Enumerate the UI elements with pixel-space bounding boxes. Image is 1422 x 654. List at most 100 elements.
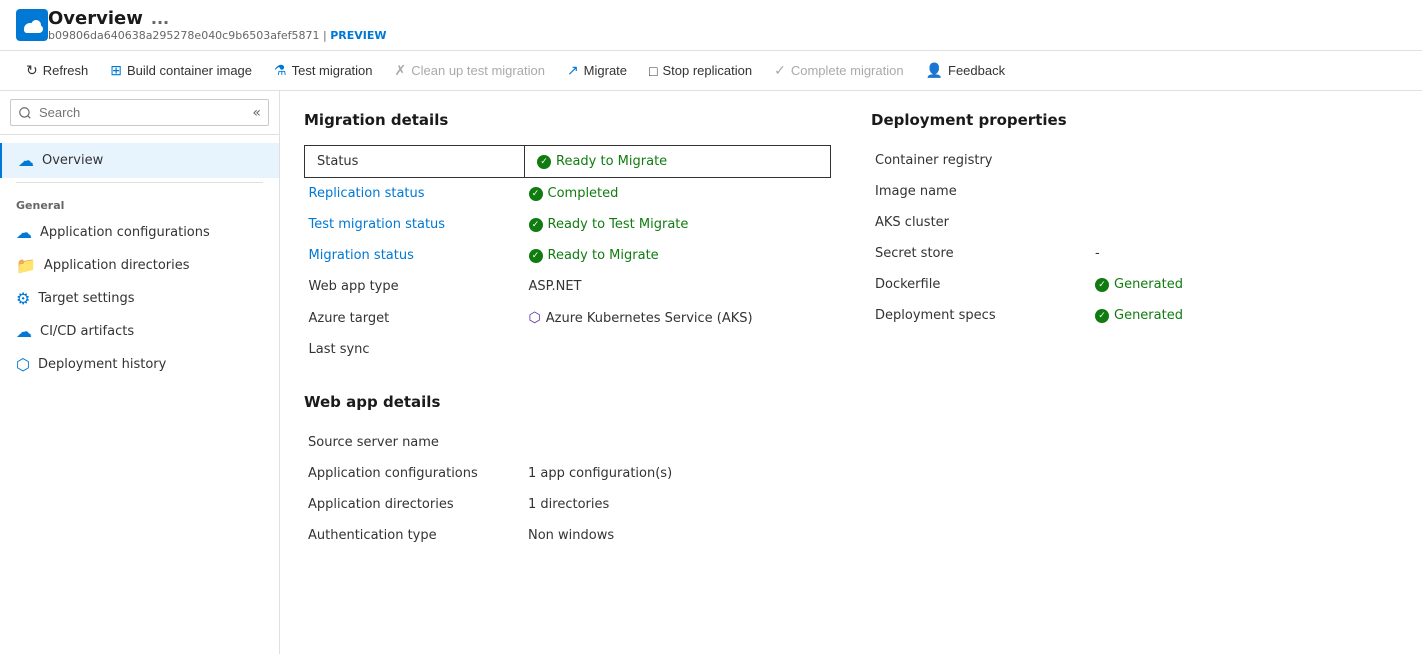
secret-store-row: Secret store -	[871, 238, 1398, 269]
auth-type-label: Authentication type	[304, 520, 524, 551]
web-app-details-table: Source server name Application configura…	[304, 427, 831, 551]
test-migration-status-row: Test migration status Ready to Test Migr…	[305, 209, 831, 240]
app-directories-row: Application directories 1 directories	[304, 489, 831, 520]
feedback-label: Feedback	[948, 63, 1005, 78]
sidebar-item-app-configurations[interactable]: ☁ Application configurations	[0, 216, 279, 249]
test-migration-label: Test migration	[292, 63, 373, 78]
collapse-sidebar-icon[interactable]: «	[252, 105, 261, 121]
toolbar: ↻ Refresh ⊞ Build container image ⚗ Test…	[0, 51, 1422, 91]
complete-migration-icon: ✓	[774, 62, 786, 79]
clean-up-icon: ✗	[395, 62, 407, 79]
migrate-button[interactable]: ↗ Migrate	[557, 57, 637, 84]
stop-replication-label: Stop replication	[663, 63, 753, 78]
build-container-button[interactable]: ⊞ Build container image	[100, 57, 262, 84]
web-app-type-value: ASP.NET	[525, 271, 831, 302]
deployment-specs-row: Deployment specs Generated	[871, 300, 1398, 331]
source-server-row: Source server name	[304, 427, 831, 458]
sidebar-search-container: «	[0, 91, 279, 135]
title-text: Overview	[48, 8, 143, 29]
main-layout: « ☁ Overview General ☁ Application confi…	[0, 91, 1422, 654]
build-container-icon: ⊞	[110, 62, 122, 79]
migration-status-row: Migration status Ready to Migrate	[305, 240, 831, 271]
deployment-properties-column: Deployment properties Container registry…	[871, 111, 1398, 551]
more-options-icon[interactable]: ...	[151, 9, 169, 28]
complete-migration-button[interactable]: ✓ Complete migration	[764, 57, 913, 84]
source-server-value	[524, 427, 831, 458]
stop-replication-icon: □	[649, 63, 657, 79]
test-migration-button[interactable]: ⚗ Test migration	[264, 57, 382, 84]
last-sync-label: Last sync	[305, 334, 525, 365]
test-migration-dot	[529, 218, 543, 232]
azure-target-row: Azure target ⬡ Azure Kubernetes Service …	[305, 302, 831, 334]
deployment-properties-table: Container registry Image name AKS cluste…	[871, 145, 1398, 331]
app-directories-icon: 📁	[16, 256, 36, 275]
sidebar-item-deployment-history[interactable]: ⬡ Deployment history	[0, 348, 279, 381]
auth-type-value: Non windows	[524, 520, 831, 551]
image-name-value	[1091, 176, 1398, 207]
aks-cluster-value	[1091, 207, 1398, 238]
build-container-label: Build container image	[127, 63, 252, 78]
azure-target-label: Azure target	[305, 302, 525, 334]
migration-details-table: Status Ready to Migrate	[304, 145, 831, 365]
refresh-icon: ↻	[26, 62, 38, 79]
last-sync-row: Last sync	[305, 334, 831, 365]
sidebar-divider	[16, 182, 263, 183]
deployment-specs-value: Generated	[1091, 300, 1398, 331]
app-directories-label: Application directories	[44, 258, 190, 273]
sidebar-item-app-directories[interactable]: 📁 Application directories	[0, 249, 279, 282]
deployment-history-label: Deployment history	[38, 357, 166, 372]
cicd-artifacts-label: CI/CD artifacts	[40, 324, 134, 339]
replication-status-label: Replication status	[305, 178, 525, 210]
migration-details-column: Migration details Status	[304, 111, 831, 551]
status-green-dot	[537, 155, 551, 169]
main-content: Migration details Status	[280, 91, 1422, 654]
container-registry-row: Container registry	[871, 145, 1398, 176]
web-app-type-label: Web app type	[305, 271, 525, 302]
azure-target-value: ⬡ Azure Kubernetes Service (AKS)	[525, 302, 831, 334]
last-sync-value	[525, 334, 831, 365]
migrate-icon: ↗	[567, 62, 579, 79]
deployment-specs-label: Deployment specs	[871, 300, 1091, 331]
refresh-label: Refresh	[43, 63, 89, 78]
secret-store-label: Secret store	[871, 238, 1091, 269]
search-input[interactable]	[10, 99, 269, 126]
sidebar-item-target-settings[interactable]: ⚙ Target settings	[0, 282, 279, 315]
image-name-label: Image name	[871, 176, 1091, 207]
aks-icon: ⬡	[529, 310, 541, 326]
dockerfile-dot	[1095, 278, 1109, 292]
container-registry-label: Container registry	[871, 145, 1091, 176]
sidebar-item-overview[interactable]: ☁ Overview	[0, 143, 279, 178]
header-subtitle: b09806da640638a295278e040c9b6503afef5871…	[48, 29, 387, 42]
page-header: Overview ... b09806da640638a295278e040c9…	[0, 0, 1422, 51]
stop-replication-button[interactable]: □ Stop replication	[639, 58, 762, 84]
general-section-label: General	[0, 187, 279, 216]
target-settings-icon: ⚙	[16, 289, 30, 308]
clean-up-label: Clean up test migration	[411, 63, 545, 78]
aks-cluster-row: AKS cluster	[871, 207, 1398, 238]
web-app-details-section: Web app details Source server name Appli…	[304, 393, 831, 551]
two-column-layout: Migration details Status	[304, 111, 1398, 551]
app-directories-detail-label: Application directories	[304, 489, 524, 520]
container-registry-value	[1091, 145, 1398, 176]
migration-status-value: Ready to Migrate	[525, 240, 831, 271]
app-configurations-icon: ☁	[16, 223, 32, 242]
status-label: Status	[305, 146, 525, 178]
target-settings-label: Target settings	[38, 291, 134, 306]
azure-migrate-icon	[16, 9, 48, 41]
web-app-details-title: Web app details	[304, 393, 831, 411]
cicd-artifacts-icon: ☁	[16, 322, 32, 341]
status-value: Ready to Migrate	[525, 146, 831, 178]
app-directories-detail-value: 1 directories	[524, 489, 831, 520]
sidebar-item-cicd-artifacts[interactable]: ☁ CI/CD artifacts	[0, 315, 279, 348]
replication-status-value: Completed	[525, 178, 831, 210]
clean-up-button[interactable]: ✗ Clean up test migration	[385, 57, 555, 84]
migration-details-title: Migration details	[304, 111, 831, 129]
sidebar-nav: ☁ Overview General ☁ Application configu…	[0, 135, 279, 389]
refresh-button[interactable]: ↻ Refresh	[16, 57, 98, 84]
migrate-label: Migrate	[584, 63, 627, 78]
deployment-specs-dot	[1095, 309, 1109, 323]
feedback-button[interactable]: 👤 Feedback	[916, 57, 1016, 84]
app-configurations-detail-label: Application configurations	[304, 458, 524, 489]
resource-id: b09806da640638a295278e040c9b6503afef5871	[48, 29, 319, 42]
web-app-type-row: Web app type ASP.NET	[305, 271, 831, 302]
